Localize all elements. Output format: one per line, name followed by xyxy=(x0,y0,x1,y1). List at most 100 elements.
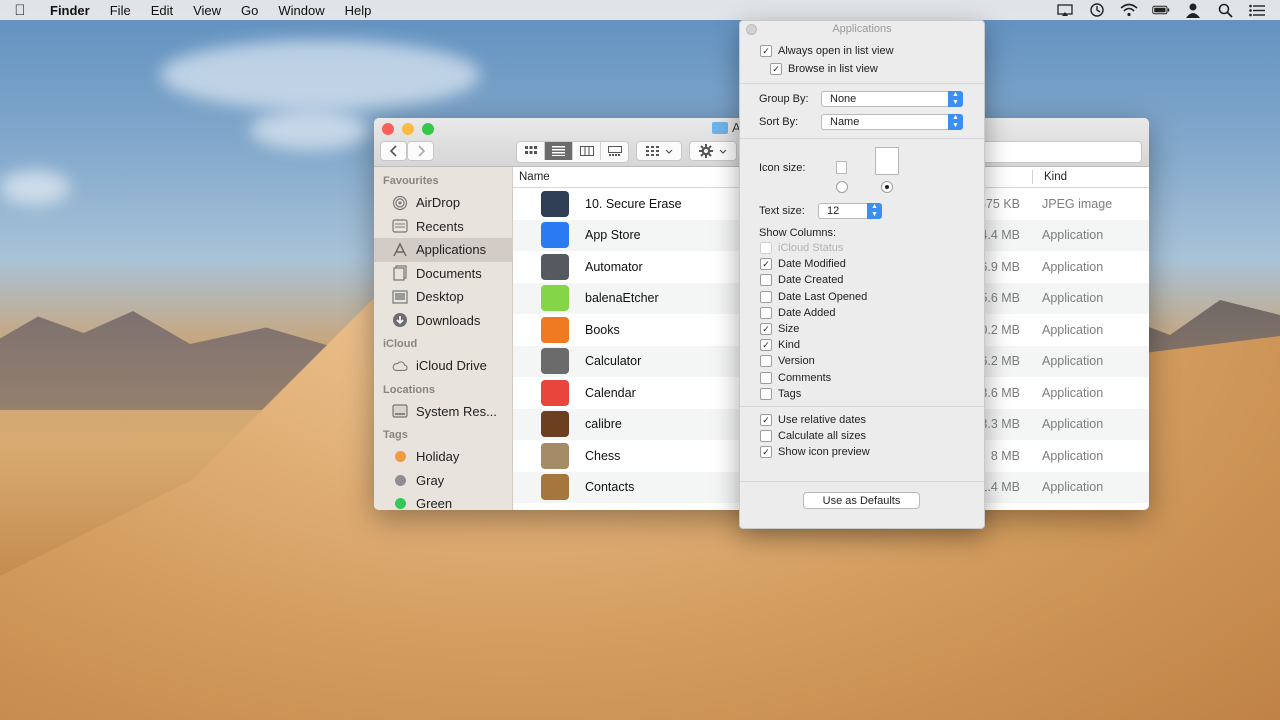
menu-app-name[interactable]: Finder xyxy=(40,3,100,18)
small-icon-radio[interactable] xyxy=(836,181,848,193)
spotlight-icon[interactable] xyxy=(1216,3,1234,18)
column-checkbox[interactable]: Comments xyxy=(760,371,831,384)
group-icon xyxy=(645,146,659,156)
always-open-list-checkbox[interactable]: ✓ Always open in list view xyxy=(760,45,894,57)
file-kind: JPEG image xyxy=(1042,196,1113,211)
sidebar-item-label: AirDrop xyxy=(416,195,461,211)
option-checkbox[interactable]: ✓ Show icon preview xyxy=(760,446,870,459)
file-name: 10. Secure Erase xyxy=(585,196,682,211)
column-checkbox[interactable]: Version xyxy=(760,355,815,368)
app-icon xyxy=(541,190,569,217)
minimize-button[interactable] xyxy=(402,123,414,135)
use-as-defaults-button[interactable]: Use as Defaults xyxy=(803,492,920,509)
sidebar-tag-holiday[interactable]: Holiday xyxy=(374,445,512,469)
checkbox-label: Size xyxy=(778,323,800,335)
app-icon xyxy=(541,348,569,375)
sidebar-header-favourites: Favourites xyxy=(383,175,439,187)
option-checkbox[interactable]: Calculate all sizes xyxy=(760,430,867,443)
recents-icon xyxy=(392,219,408,233)
file-kind: Application xyxy=(1042,417,1104,432)
column-checkbox[interactable]: Tags xyxy=(760,387,801,400)
column-name-header[interactable]: Name xyxy=(519,171,550,183)
browse-list-checkbox[interactable]: ✓ Browse in list view xyxy=(770,63,878,75)
file-name: Books xyxy=(585,322,620,337)
app-icon xyxy=(541,253,569,280)
forward-button[interactable] xyxy=(407,141,434,161)
airplay-icon[interactable] xyxy=(1056,3,1074,17)
checkbox-box xyxy=(760,274,772,287)
sidebar-item-desktop[interactable]: Desktop xyxy=(374,285,512,309)
search-field[interactable] xyxy=(982,141,1142,163)
battery-icon[interactable] xyxy=(1152,3,1170,17)
checkbox-label: Calculate all sizes xyxy=(778,430,867,443)
sidebar-item-documents[interactable]: Documents xyxy=(374,262,512,286)
checkbox-label: Show icon preview xyxy=(778,446,870,459)
sidebar-item-airdrop[interactable]: AirDrop xyxy=(374,191,512,215)
zoom-button[interactable] xyxy=(422,123,434,135)
sidebar-item-label: Recents xyxy=(416,218,464,234)
menu-view[interactable]: View xyxy=(183,3,231,18)
time-machine-icon[interactable] xyxy=(1088,3,1106,17)
column-checkbox[interactable]: Date Created xyxy=(760,274,843,287)
column-checkbox[interactable]: Date Added xyxy=(760,306,836,319)
group-by-popup[interactable]: None ▲ ▼ xyxy=(821,91,963,107)
sidebar-item-downloads[interactable]: Downloads xyxy=(374,309,512,333)
wifi-icon[interactable] xyxy=(1120,3,1138,17)
file-kind: Application xyxy=(1042,480,1104,495)
column-checkbox[interactable]: Date Last Opened xyxy=(760,290,867,303)
checkbox-box xyxy=(760,430,772,443)
panel-close-button[interactable] xyxy=(746,24,757,35)
menu-edit[interactable]: Edit xyxy=(141,3,183,18)
column-checkbox[interactable]: ✓ Size xyxy=(760,323,799,335)
sidebar-tag-gray[interactable]: Gray xyxy=(374,469,512,493)
file-name: Contacts xyxy=(585,480,635,495)
divider xyxy=(740,481,984,482)
file-name: calibre xyxy=(585,417,622,432)
menu-help[interactable]: Help xyxy=(335,3,382,18)
checkbox-label: Always open in list view xyxy=(778,45,894,57)
column-kind-header[interactable]: Kind xyxy=(1044,171,1067,183)
back-button[interactable] xyxy=(380,141,407,161)
checkbox-label: Date Modified xyxy=(778,258,846,271)
list-view-button[interactable] xyxy=(545,142,573,160)
option-checkbox[interactable]: ✓ Use relative dates xyxy=(760,414,866,426)
file-kind: Application xyxy=(1042,322,1104,337)
column-separator xyxy=(1032,170,1033,184)
app-icon xyxy=(541,411,569,438)
notification-center-icon[interactable] xyxy=(1248,3,1266,17)
sidebar-item-icloud-drive[interactable]: iCloud Drive xyxy=(374,354,512,378)
group-button[interactable] xyxy=(636,141,682,161)
sidebar-item-label: Holiday xyxy=(416,449,460,465)
close-button[interactable] xyxy=(382,123,394,135)
window-title: A xyxy=(712,120,741,135)
action-button[interactable] xyxy=(689,141,737,161)
icon-view-button[interactable] xyxy=(517,142,545,160)
apple-menu-icon[interactable]:  xyxy=(0,2,40,19)
file-kind: Application xyxy=(1042,354,1104,369)
text-size-value: 12 xyxy=(827,205,840,217)
text-size-popup[interactable]: 12 ▲ ▼ xyxy=(818,203,882,219)
file-name: Automator xyxy=(585,259,643,274)
menu-go[interactable]: Go xyxy=(231,3,268,18)
checkbox-box: ✓ xyxy=(770,63,782,75)
sidebar-item-applications[interactable]: Applications xyxy=(374,238,512,262)
menu-window[interactable]: Window xyxy=(268,3,334,18)
tag-color-icon xyxy=(392,497,408,510)
column-view-button[interactable] xyxy=(573,142,601,160)
user-icon[interactable] xyxy=(1184,3,1202,18)
sort-by-popup[interactable]: Name ▲ ▼ xyxy=(821,114,963,130)
checkbox-box xyxy=(760,355,772,368)
sidebar-item-recents[interactable]: Recents xyxy=(374,215,512,239)
checkbox-box: ✓ xyxy=(760,323,772,335)
app-icon xyxy=(541,285,569,312)
popup-arrows-icon: ▲ ▼ xyxy=(867,203,882,219)
column-checkbox[interactable]: ✓ Kind xyxy=(760,339,800,352)
gallery-view-button[interactable] xyxy=(601,142,628,160)
sidebar-tag-green[interactable]: Green xyxy=(374,492,512,510)
column-checkbox[interactable]: ✓ Date Modified xyxy=(760,258,846,271)
menu-file[interactable]: File xyxy=(100,3,141,18)
file-kind: Application xyxy=(1042,385,1104,400)
large-icon-radio[interactable] xyxy=(881,181,893,193)
checkbox-label: Browse in list view xyxy=(788,63,878,75)
sidebar-item-system-disk[interactable]: System Res... xyxy=(374,400,512,424)
